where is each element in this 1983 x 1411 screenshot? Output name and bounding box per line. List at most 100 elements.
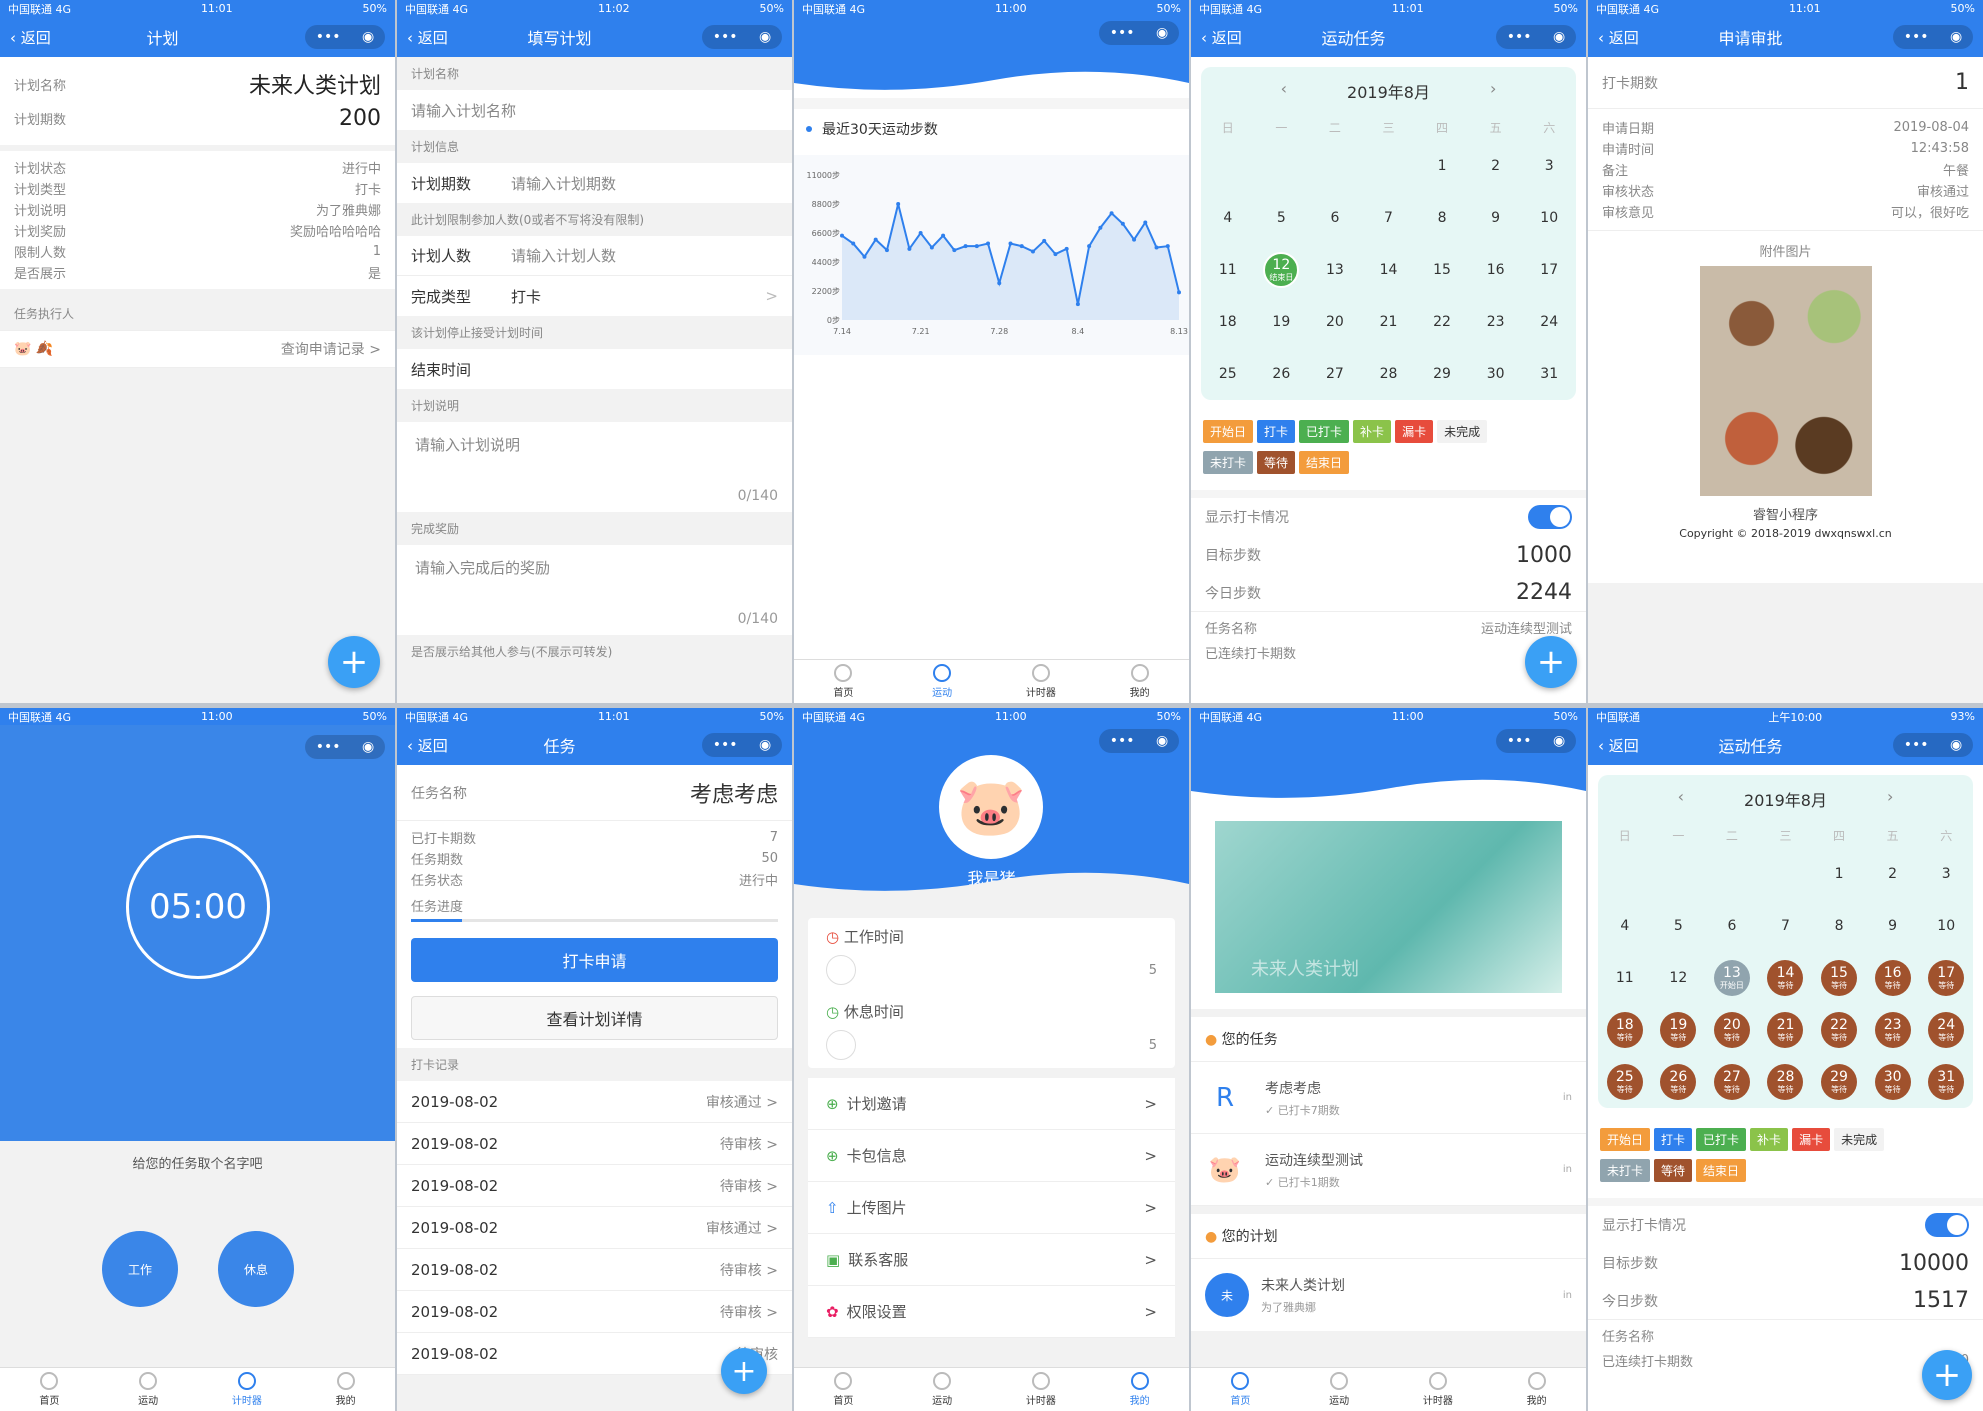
complete-type-select[interactable]: 完成类型 打卡 > — [397, 276, 792, 316]
steps-point[interactable] — [941, 233, 946, 238]
calendar-day[interactable]: 26 等待 — [1652, 1056, 1706, 1108]
prev-month-button[interactable]: ‹ — [1678, 787, 1684, 811]
capsule-menu[interactable]: ••• ◉ — [702, 25, 782, 49]
back-button[interactable]: ‹ 返回 — [1201, 27, 1242, 48]
steps-point[interactable] — [1064, 246, 1069, 251]
plan-item[interactable]: 未未来人类计划 为了雅典娜 in — [1191, 1259, 1586, 1331]
calendar-day[interactable]: 19 等待 — [1652, 1004, 1706, 1056]
task-item[interactable]: 🐷 运动连续型测试 ✓ 已打卡1期数 in — [1191, 1134, 1586, 1206]
calendar-day[interactable]: 18 — [1201, 296, 1255, 348]
calendar-day[interactable]: 22 等待 — [1812, 1004, 1866, 1056]
steps-point[interactable] — [1177, 290, 1181, 295]
menu-item[interactable]: ▣ 联系客服 > — [808, 1234, 1175, 1286]
tab-item[interactable]: 运动 — [1290, 1368, 1389, 1411]
calendar-day[interactable]: 1 — [1812, 848, 1866, 900]
capsule-menu[interactable]: ••• ◉ — [305, 735, 385, 759]
capsule-menu[interactable]: ••• ◉ — [1893, 25, 1973, 49]
calendar-day[interactable]: 25 等待 — [1598, 1056, 1652, 1108]
calendar-day[interactable]: 17 — [1522, 244, 1576, 296]
close-icon[interactable]: ◉ — [1156, 733, 1168, 749]
calendar-day[interactable]: 2 — [1866, 848, 1920, 900]
steps-point[interactable] — [1075, 302, 1080, 307]
capsule-menu[interactable]: ••• ◉ — [1893, 733, 1973, 757]
add-button[interactable]: + — [328, 636, 380, 688]
steps-point[interactable] — [1143, 220, 1148, 225]
calendar-day[interactable]: 10 — [1522, 192, 1576, 244]
calendar-day[interactable]: 15 — [1415, 244, 1469, 296]
steps-point[interactable] — [1053, 252, 1058, 257]
calendar-day[interactable]: 14 — [1362, 244, 1416, 296]
calendar-day[interactable]: 21 — [1362, 296, 1416, 348]
tab-item[interactable]: 我的 — [1090, 660, 1189, 703]
steps-point[interactable] — [929, 245, 934, 250]
rest-time-slider[interactable] — [826, 1030, 856, 1060]
close-icon[interactable]: ◉ — [362, 29, 374, 45]
back-button[interactable]: ‹ 返回 — [407, 27, 448, 48]
show-checkin-toggle[interactable] — [1925, 1213, 1969, 1237]
calendar-day[interactable]: 19 — [1255, 296, 1309, 348]
calendar-day[interactable]: 29 等待 — [1812, 1056, 1866, 1108]
steps-point[interactable] — [1030, 249, 1035, 254]
capsule-menu[interactable]: ••• ◉ — [1496, 729, 1576, 753]
close-icon[interactable]: ◉ — [362, 739, 374, 755]
calendar-day[interactable]: 16 — [1469, 244, 1523, 296]
attached-photo[interactable] — [1699, 266, 1872, 496]
back-button[interactable]: ‹ 返回 — [1598, 27, 1639, 48]
calendar-day[interactable]: 30 — [1469, 348, 1523, 400]
calendar-day[interactable]: 23 — [1469, 296, 1523, 348]
tab-item[interactable]: 运动 — [893, 1368, 992, 1411]
tab-item[interactable]: 首页 — [1191, 1368, 1290, 1411]
steps-point[interactable] — [1165, 244, 1170, 249]
calendar-day[interactable]: 4 — [1201, 192, 1255, 244]
tab-item[interactable]: 我的 — [1090, 1368, 1189, 1411]
calendar-day[interactable]: 9 — [1866, 900, 1920, 952]
more-icon[interactable]: ••• — [1904, 29, 1929, 45]
calendar-day[interactable]: 28 — [1362, 348, 1416, 400]
calendar-day[interactable]: 24 等待 — [1919, 1004, 1973, 1056]
calendar-day[interactable]: 3 — [1522, 140, 1576, 192]
capsule-menu[interactable]: ••• ◉ — [1099, 21, 1179, 45]
apply-checkin-button[interactable]: 打卡申请 — [411, 938, 778, 982]
plan-people-input[interactable]: 计划人数 请输入计划人数 — [397, 236, 792, 276]
tab-item[interactable]: 我的 — [296, 1368, 395, 1411]
calendar-day[interactable]: 8 — [1415, 192, 1469, 244]
next-month-button[interactable]: › — [1887, 787, 1893, 811]
tab-item[interactable]: 运动 — [893, 660, 992, 703]
work-time-slider[interactable] — [826, 955, 856, 985]
steps-point[interactable] — [896, 202, 901, 206]
steps-point[interactable] — [997, 281, 1002, 286]
prev-month-button[interactable]: ‹ — [1281, 79, 1287, 103]
capsule-menu[interactable]: ••• ◉ — [305, 25, 385, 49]
steps-point[interactable] — [1019, 244, 1024, 249]
calendar-day[interactable]: 14 等待 — [1759, 952, 1813, 1004]
task-item[interactable]: R 考虑考虑 ✓ 已打卡7期数 in — [1191, 1062, 1586, 1134]
calendar-day[interactable]: 1 — [1415, 140, 1469, 192]
calendar-day[interactable]: 30 等待 — [1866, 1056, 1920, 1108]
calendar-day[interactable]: 11 — [1598, 952, 1652, 1004]
tab-item[interactable]: 首页 — [794, 660, 893, 703]
desc-textarea[interactable]: 请输入计划说明 0/140 — [397, 422, 792, 512]
menu-item[interactable]: ⊕ 计划邀请 > — [808, 1078, 1175, 1130]
calendar-day[interactable]: 13 开始日 — [1705, 952, 1759, 1004]
add-button[interactable]: + — [1525, 636, 1577, 688]
banner-image[interactable]: 未来人类计划 — [1215, 821, 1562, 993]
show-checkin-toggle[interactable] — [1528, 505, 1572, 529]
more-icon[interactable]: ••• — [1110, 733, 1135, 749]
capsule-menu[interactable]: ••• ◉ — [1496, 25, 1576, 49]
calendar-day[interactable]: 15 等待 — [1812, 952, 1866, 1004]
steps-point[interactable] — [840, 233, 844, 238]
tab-item[interactable]: 首页 — [0, 1368, 99, 1411]
calendar-day[interactable]: 27 — [1308, 348, 1362, 400]
calendar-day[interactable]: 31 等待 — [1919, 1056, 1973, 1108]
steps-point[interactable] — [1042, 238, 1047, 243]
add-button[interactable]: + — [1922, 1350, 1972, 1400]
tab-item[interactable]: 计时器 — [992, 660, 1091, 703]
tab-item[interactable]: 首页 — [794, 1368, 893, 1411]
more-icon[interactable]: ••• — [316, 739, 341, 755]
work-button[interactable]: 工作 — [102, 1231, 178, 1307]
checkin-record-row[interactable]: 2019-08-02 审核通过 > — [397, 1207, 792, 1249]
calendar-day[interactable]: 3 — [1919, 848, 1973, 900]
calendar-day[interactable]: 4 — [1598, 900, 1652, 952]
steps-point[interactable] — [1132, 237, 1137, 242]
calendar-day[interactable]: 22 — [1415, 296, 1469, 348]
